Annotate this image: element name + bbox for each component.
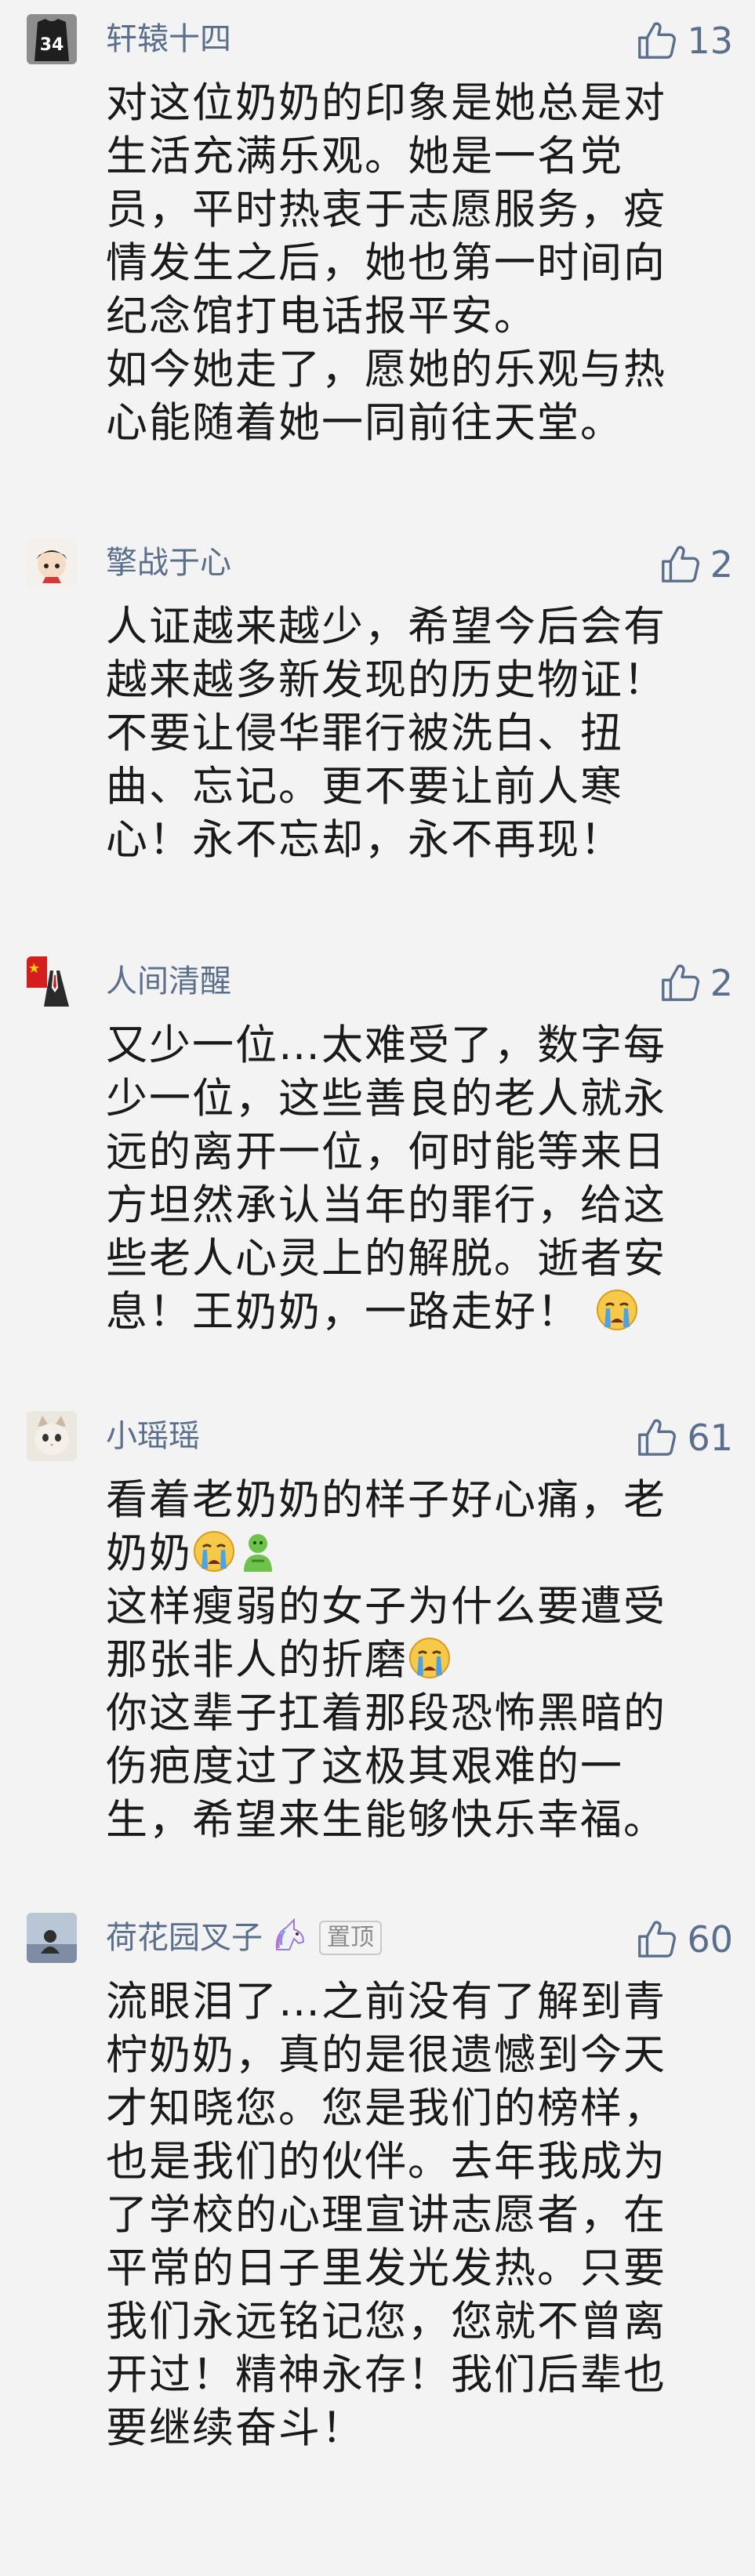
flag-suit-avatar-icon xyxy=(27,956,77,1007)
comment-line: 生，希望来生能够快乐幸福。 xyxy=(106,1796,666,1844)
comment-line: 这样瘦弱的女子为什么要遭受 xyxy=(106,1583,666,1631)
comment-line: 那张非人的折磨 xyxy=(106,1634,717,1687)
like-button[interactable]: 2 xyxy=(659,542,733,586)
comment-item: 擎战于心 2 人证越来越少，希望今后会有 越来越多新发现的历史物证！ 不要让侵华… xyxy=(0,538,755,906)
comment-item: 小瑶瑶 61 看着老奶奶的样子好心痛，老 奶奶 这样瘦弱的女子为什么要遭受 那张… xyxy=(0,1411,755,1897)
comment-text: 人证越来越少，希望今后会有 越来越多新发现的历史物证！ 不要让侵华罪行被洗白、扭… xyxy=(106,600,717,867)
like-count: 60 xyxy=(687,1918,733,1961)
comment-line: 又少一位…太难受了，数字每 xyxy=(106,1021,666,1069)
green-person-icon xyxy=(244,1534,272,1572)
comment-line: 平常的日子里发光发热。只要 xyxy=(106,2244,666,2292)
comment-line: 少一位，这些善良的老人就永 xyxy=(106,1075,666,1123)
comment-line: 不要让侵华罪行被洗白、扭 xyxy=(106,709,623,757)
comment-line: 员，平时热衷于志愿服务，疫 xyxy=(106,186,666,234)
comment-item: 荷花园叉子 置顶 60 流眼泪了…之前没有了解到青 柠奶奶，真的是很遗憾到今天 才… xyxy=(0,1913,755,2556)
comment-line: 奶奶 xyxy=(106,1527,717,1580)
thumbs-up-icon xyxy=(635,1918,677,1961)
comment-line: 越来越多新发现的历史物证！ xyxy=(106,656,666,704)
avatar[interactable] xyxy=(27,956,77,1007)
avatar[interactable] xyxy=(27,1913,77,1963)
comment-line: 流眼泪了…之前没有了解到青 xyxy=(106,1978,666,2026)
thumbs-up-icon xyxy=(635,20,677,62)
thumbs-up-icon xyxy=(659,543,701,586)
comment-line: 如今她走了，愿她的乐观与热 xyxy=(106,346,666,394)
comment-line: 看着老奶奶的样子好心痛，老 xyxy=(106,1476,666,1524)
comment-line: 心！永不忘却，永不再现！ xyxy=(106,816,623,864)
username[interactable]: 擎战于心 xyxy=(106,542,231,583)
comment-line: 要继续奋斗！ xyxy=(106,2404,365,2452)
comment-line: 情发生之后，她也第一时间向 xyxy=(106,239,666,287)
username[interactable]: 人间清醒 xyxy=(106,961,231,1002)
comment-line: 对这位奶奶的印象是她总是对 xyxy=(106,79,666,127)
comment-line: 伤疤度过了这极其艰难的一 xyxy=(106,1743,623,1791)
jersey-34-avatar-icon: 34 xyxy=(27,14,77,64)
like-button[interactable]: 13 xyxy=(635,19,733,63)
kitten-avatar-icon xyxy=(27,1411,77,1461)
comment-line: 我们永远铭记您，您就不曾离 xyxy=(106,2298,666,2346)
username[interactable]: 荷花园叉子 置顶 xyxy=(106,1917,382,1958)
comment-text: 对这位奶奶的印象是她总是对 生活充满乐观。她是一名党 员，平时热衷于志愿服务，疫… xyxy=(106,77,717,450)
comment-line: 些老人心灵上的解脱。逝者安 xyxy=(106,1235,666,1283)
comment-text: 看着老奶奶的样子好心痛，老 奶奶 这样瘦弱的女子为什么要遭受 那张非人的折磨 你… xyxy=(106,1474,717,1847)
comment-line: 方坦然承认当年的罪行，给这 xyxy=(106,1181,666,1229)
cartoon-character-avatar-icon xyxy=(27,538,77,588)
comment-line: 曲、忘记。更不要让前人寒 xyxy=(106,763,623,811)
svg-text:34: 34 xyxy=(40,35,64,55)
comment-line: 才知晓您。您是我们的榜样， xyxy=(106,2084,666,2132)
comment-line-text: 那张非人的折磨 xyxy=(106,1636,408,1684)
comment-line: 也是我们的伙伴。去年我成为 xyxy=(106,2138,666,2186)
landscape-avatar-icon xyxy=(27,1913,77,1963)
like-count: 2 xyxy=(710,543,733,586)
comment-text: 又少一位…太难受了，数字每 少一位，这些善良的老人就永 远的离开一位，何时能等来… xyxy=(106,1019,717,1339)
avatar[interactable]: 34 xyxy=(27,14,77,64)
avatar[interactable] xyxy=(27,1411,77,1461)
comment-line: 远的离开一位，何时能等来日 xyxy=(106,1128,666,1176)
comment-item: 34 轩辕十四 13 对这位奶奶的印象是她总是对 生活充满乐观。她是一名党 员，… xyxy=(0,14,755,516)
comment-line: 生活充满乐观。她是一名党 xyxy=(106,132,623,180)
crying-face-icon xyxy=(595,1288,639,1332)
avatar[interactable] xyxy=(27,538,77,588)
thumbs-up-icon xyxy=(659,962,701,1004)
like-count: 13 xyxy=(687,20,733,62)
comment-line: 心能随着她一同前往天堂。 xyxy=(106,399,623,447)
username[interactable]: 轩辕十四 xyxy=(106,19,231,60)
username-text: 荷花园叉子 xyxy=(106,1920,263,1956)
comment-line: 纪念馆打电话报平安。 xyxy=(106,292,537,340)
comment-line: 开过！精神永存！我们后辈也 xyxy=(106,2351,666,2399)
comment-item: 人间清醒 2 又少一位…太难受了，数字每 少一位，这些善良的老人就永 远的离开一… xyxy=(0,956,755,1380)
crying-face-icon xyxy=(192,1529,236,1573)
unicorn-icon xyxy=(275,1918,305,1950)
crying-face-icon xyxy=(408,1636,452,1680)
comment-line: 你这辈子扛着那段恐怖黑暗的 xyxy=(106,1689,666,1737)
comment-line: 柠奶奶，真的是很遗憾到今天 xyxy=(106,2031,666,2079)
comment-line: 息！王奶奶，一路走好！ xyxy=(106,1286,717,1339)
comment-line: 人证越来越少，希望今后会有 xyxy=(106,603,666,651)
comment-text: 流眼泪了…之前没有了解到青 柠奶奶，真的是很遗憾到今天 才知晓您。您是我们的榜样… xyxy=(106,1976,717,2455)
like-count: 2 xyxy=(710,962,733,1004)
username[interactable]: 小瑶瑶 xyxy=(106,1416,200,1457)
like-count: 61 xyxy=(687,1417,733,1459)
like-button[interactable]: 61 xyxy=(635,1416,733,1460)
like-button[interactable]: 2 xyxy=(659,961,733,1005)
thumbs-up-icon xyxy=(635,1417,677,1459)
pinned-badge: 置顶 xyxy=(319,1921,382,1955)
comment-line-text: 奶奶 xyxy=(106,1529,192,1577)
comment-line: 了学校的心理宣讲志愿者，在 xyxy=(106,2191,666,2239)
like-button[interactable]: 60 xyxy=(635,1917,733,1961)
comment-line-text: 息！王奶奶，一路走好！ xyxy=(106,1288,580,1336)
